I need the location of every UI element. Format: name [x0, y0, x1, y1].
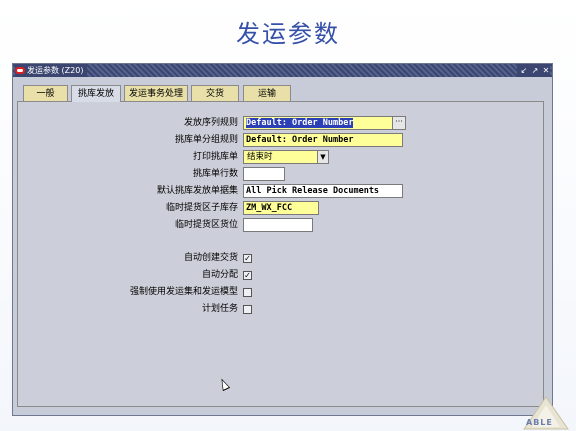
slide-title: 发运参数	[236, 20, 340, 48]
tab-shipping-transactions[interactable]: 发运事务处理	[124, 85, 188, 101]
release-seq-rule-label: 发放序列规则	[183, 118, 238, 128]
chevron-down-icon[interactable]: ▼	[317, 151, 328, 163]
pick-slip-grouping-field[interactable]: Default: Order Number	[243, 133, 403, 147]
maximize-icon[interactable]: ↗	[531, 66, 539, 75]
staging-subinv-label: 临时提货区子库存	[165, 203, 238, 213]
tab-pick-release[interactable]: 挑库发放	[71, 85, 121, 102]
default-doc-set-label: 默认挑库发放单据集	[156, 186, 238, 196]
auto-allocate-checkbox[interactable]: ✓	[243, 271, 252, 280]
logo-text: ABLE	[526, 418, 553, 427]
pick-slip-lines-field[interactable]	[243, 167, 285, 181]
close-icon[interactable]: ✕	[542, 66, 550, 75]
tab-general[interactable]: 一般	[23, 85, 68, 101]
pick-release-panel: 发放序列规则 Default: Order Number ··· 挑库单分组规则…	[17, 101, 544, 407]
oracle-logo-icon	[15, 67, 25, 74]
print-pick-slip-dropdown[interactable]: 结束时 ▼	[243, 150, 329, 164]
window-controls: ↙ ↗ ✕	[517, 64, 550, 77]
window-titlebar[interactable]: 发运参数 (Z20) ↙ ↗ ✕	[13, 64, 552, 77]
pick-slip-lines-label: 挑库单行数	[192, 169, 238, 179]
auto-create-delivery-label: 自动创建交货	[183, 253, 238, 263]
release-seq-rule-field[interactable]: Default: Order Number	[243, 116, 393, 130]
print-pick-slip-value: 结束时	[247, 152, 273, 162]
enforce-ship-sets-label: 强制使用发运集和发运模型	[129, 287, 238, 297]
enforce-ship-sets-checkbox[interactable]	[243, 288, 252, 297]
staging-locator-field[interactable]	[243, 218, 313, 232]
plan-tasks-label: 计划任务	[201, 304, 238, 314]
staging-locator-label: 临时提货区货位	[174, 220, 238, 230]
window-title: 发运参数 (Z20)	[27, 66, 84, 75]
tab-delivery[interactable]: 交货	[191, 85, 239, 101]
plan-tasks-checkbox[interactable]	[243, 305, 252, 314]
auto-allocate-label: 自动分配	[201, 270, 238, 280]
pick-slip-grouping-label: 挑库单分组规则	[174, 135, 238, 145]
window-title-area: 发运参数 (Z20)	[15, 64, 88, 77]
release-seq-rule-lov-button[interactable]: ···	[392, 116, 406, 130]
form-window: 发运参数 (Z20) ↙ ↗ ✕ 一般 挑库发放 发运事务处理 交货 运输 发放…	[12, 63, 553, 416]
auto-create-delivery-checkbox[interactable]: ✓	[243, 254, 252, 263]
release-seq-rule-value: Default: Order Number	[246, 118, 354, 128]
minimize-icon[interactable]: ↙	[520, 66, 528, 75]
default-doc-set-field[interactable]: All Pick Release Documents	[243, 184, 403, 198]
print-pick-slip-label: 打印挑库单	[192, 152, 238, 162]
tab-transportation[interactable]: 运输	[243, 85, 291, 101]
staging-subinv-field[interactable]: ZM_WX_FCC	[243, 201, 319, 215]
